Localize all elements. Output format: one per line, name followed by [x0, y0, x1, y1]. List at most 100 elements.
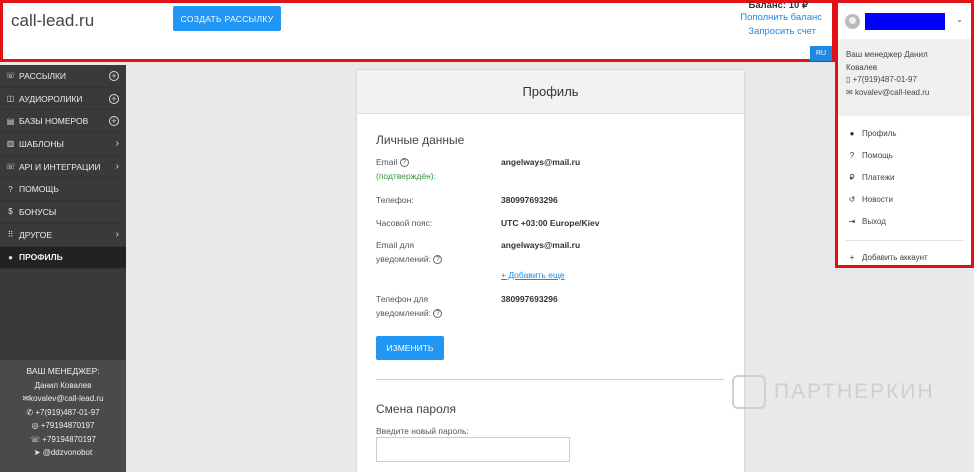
sidebar-item-profile[interactable]: ● ПРОФИЛЬ [0, 246, 126, 270]
chevron-right-icon: › [115, 161, 119, 173]
top-bar: call-lead.ru СОЗДАТЬ РАССЫЛКУ Баланс: 10… [0, 0, 835, 62]
list-icon: ▤ [6, 116, 15, 126]
sidebar-item-label: БАЗЫ НОМЕРОВ [19, 116, 89, 127]
manager-viber[interactable]: +79194870197 [42, 435, 96, 444]
request-invoice-link[interactable]: Запросить счет [748, 26, 816, 37]
phone-value: 380997693296 [501, 195, 558, 205]
telegram-icon: ➤ [33, 448, 43, 457]
chevron-right-icon: › [115, 229, 119, 241]
sidebar-item-help[interactable]: ? ПОМОЩЬ [0, 178, 126, 202]
whatsapp-icon: ◎ [31, 421, 41, 430]
personal-data-title: Личные данные [376, 133, 465, 147]
api-icon: ☏ [5, 162, 16, 172]
manager-telegram[interactable]: @ddzvonobot [43, 448, 93, 457]
add-more-link[interactable]: + Добавить еще [501, 270, 565, 280]
sidebar-item-api[interactable]: ☏ API И ИНТЕГРАЦИИ › [0, 156, 126, 179]
manager-email[interactable]: kovalev@call-lead.ru [29, 394, 103, 403]
logo[interactable]: call-lead.ru [11, 11, 94, 31]
audio-icon: ◫ [6, 94, 15, 104]
email-value: angelways@mail.ru [501, 157, 581, 167]
phone-icon: ☏ [5, 71, 16, 81]
password-title: Смена пароля [376, 402, 456, 416]
ruble-icon: ₽ [849, 172, 855, 182]
dropdown-manager-phone[interactable]: +7(919)487-01-97 [853, 75, 917, 84]
sidebar-item-other[interactable]: ⠿ ДРУГОЕ › [0, 224, 126, 247]
logout-icon: ⇥ [848, 216, 856, 226]
sidebar-item-label: ДРУГОЕ [19, 229, 53, 240]
dropdown-manager-info: Ваш менеджер Данил Ковалев ▯ +7(919)487-… [838, 39, 971, 116]
menu-item-help[interactable]: ? Помощь [838, 144, 971, 166]
notify-email-value: angelways@mail.ru [501, 240, 581, 250]
grid-icon: ⠿ [7, 230, 14, 240]
sidebar-item-label: РАССЫЛКИ [19, 70, 67, 81]
sidebar-item-bonuses[interactable]: $ БОНУСЫ [0, 201, 126, 224]
language-button[interactable]: RU [810, 46, 832, 61]
help-icon: ? [8, 184, 13, 194]
notify-email-label: Email для уведомлений: ? [376, 238, 443, 266]
mobile-icon: ▯ [846, 75, 853, 84]
phone-icon: ✆ [26, 407, 36, 417]
notify-phone-value: 380997693296 [501, 294, 558, 304]
watermark-logo [732, 375, 766, 409]
redacted-username [865, 12, 945, 30]
add-icon[interactable]: + [109, 116, 119, 127]
mail-icon: ✉ [846, 87, 855, 97]
account-dropdown: ⌄ Ваш менеджер Данил Ковалев ▯ +7(919)48… [835, 0, 974, 268]
sidebar-item-label: АУДИОРОЛИКИ [19, 93, 83, 104]
manager-whatsapp[interactable]: +79194870197 [41, 421, 95, 430]
avatar [845, 13, 860, 29]
create-campaign-button[interactable]: СОЗДАТЬ РАССЫЛКУ [173, 6, 281, 31]
sidebar-item-label: ШАБЛОНЫ [19, 138, 64, 149]
manager-name: Данил Ковалев [34, 380, 92, 390]
new-password-input[interactable] [376, 437, 570, 462]
history-icon: ↺ [848, 194, 856, 204]
manager-phone[interactable]: +7(919)487-01-97 [35, 408, 99, 417]
watermark: ПАРТНЕРКИН [732, 375, 935, 409]
sidebar-item-templates[interactable]: ▥ ШАБЛОНЫ › [0, 133, 126, 156]
sidebar-item-label: API И ИНТЕГРАЦИИ [19, 161, 101, 172]
add-user-icon: + [849, 252, 855, 262]
top-up-link[interactable]: Пополнить баланс [740, 12, 822, 23]
phone-label: Телефон: [376, 195, 414, 205]
balance-label: Баланс: 10 ₽ [748, 0, 808, 11]
sidebar-item-mailings[interactable]: ☏ РАССЫЛКИ + [0, 65, 126, 88]
help-icon[interactable]: ? [433, 255, 443, 265]
add-icon[interactable]: + [109, 70, 119, 81]
sidebar-item-label: ПРОФИЛЬ [19, 252, 63, 263]
help-icon[interactable]: ? [433, 309, 443, 319]
divider [846, 240, 963, 241]
sidebar: ☏ РАССЫЛКИ + ◫ АУДИОРОЛИКИ + ▤ БАЗЫ НОМЕ… [0, 65, 126, 472]
viber-icon: ☏ [30, 434, 43, 444]
sidebar-item-label: ПОМОЩЬ [19, 184, 59, 195]
email-label: Email ? (подтверждён): [376, 157, 436, 181]
user-icon: ● [8, 252, 13, 262]
sidebar-item-number-bases[interactable]: ▤ БАЗЫ НОМЕРОВ + [0, 110, 126, 134]
divider [376, 379, 724, 380]
menu-item-profile[interactable]: ● Профиль [838, 122, 971, 144]
help-icon[interactable]: ? [399, 158, 409, 168]
template-icon: ▥ [6, 139, 15, 149]
new-password-label: Введите новый пароль: [376, 426, 469, 436]
user-icon: ● [849, 128, 855, 138]
timezone-value: UTC +03:00 Europe/Kiev [501, 218, 600, 228]
notify-phone-label: Телефон для уведомлений: ? [376, 292, 443, 320]
chevron-down-icon: ⌄ [956, 15, 963, 24]
confirmed-label: (подтверждён): [376, 171, 436, 181]
add-icon[interactable]: + [109, 93, 119, 104]
sidebar-item-audio[interactable]: ◫ АУДИОРОЛИКИ + [0, 88, 126, 111]
menu-item-news[interactable]: ↺ Новости [838, 188, 971, 210]
edit-button[interactable]: ИЗМЕНИТЬ [376, 336, 444, 360]
sidebar-manager-card: ВАШ МЕНЕДЖЕР: Данил Ковалев ✉kovalev@cal… [0, 360, 126, 472]
menu-item-logout[interactable]: ⇥ Выход [838, 210, 971, 232]
sidebar-item-label: БОНУСЫ [19, 206, 57, 217]
dollar-icon: $ [8, 207, 13, 217]
page-title: Профиль [357, 70, 744, 114]
timezone-label: Часовой пояс: [376, 218, 433, 228]
account-toggle[interactable]: ⌄ [838, 3, 971, 39]
add-account-button[interactable]: + Добавить аккаунт [838, 246, 971, 268]
menu-item-payments[interactable]: ₽ Платежи [838, 166, 971, 188]
dropdown-manager-email[interactable]: kovalev@call-lead.ru [855, 88, 929, 97]
manager-heading: ВАШ МЕНЕДЖЕР: [26, 366, 100, 376]
help-icon: ? [849, 150, 855, 160]
profile-card: Профиль Личные данные Email ? (подтвержд… [357, 70, 744, 472]
